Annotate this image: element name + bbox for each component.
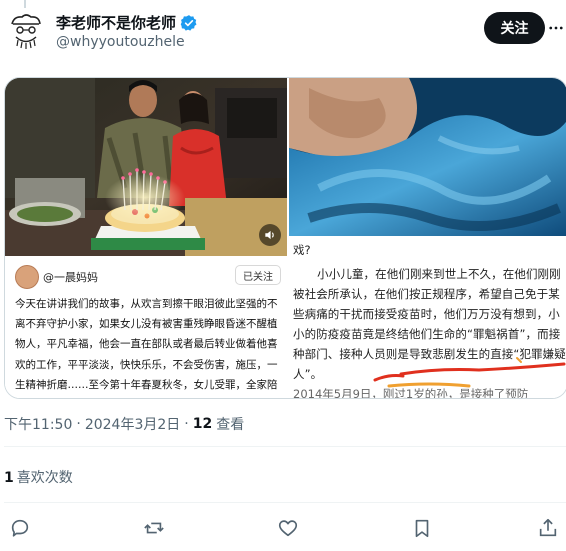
- share-icon[interactable]: [536, 516, 560, 540]
- divider: [4, 446, 566, 447]
- likes-label: 喜欢次数: [16, 470, 73, 486]
- tweet-time[interactable]: 下午11:50: [4, 414, 72, 434]
- followed-tag: 已关注: [235, 265, 281, 285]
- document-excerpt: 戏? 小小儿童，在他们刚来到世上不久，在他们刚刚被社会所承认，在他们按正规程序，…: [289, 236, 566, 399]
- tweet-media-grid: @一晨妈妈 已关注 今天在讲讲我们的故事，从欢言到擦干眼泪彼此坚强的不离不弃守护…: [4, 77, 566, 399]
- views-count: 12: [192, 416, 213, 432]
- speaker-icon[interactable]: [259, 224, 281, 246]
- verified-badge-icon[interactable]: [180, 14, 198, 32]
- retweet-icon[interactable]: [142, 516, 166, 540]
- highlight-underlines: [373, 357, 566, 388]
- bookmark-icon[interactable]: [410, 516, 434, 540]
- heart-icon[interactable]: [276, 516, 300, 540]
- blanket-photo: [289, 78, 566, 236]
- author-display-name[interactable]: 李老师不是你老师: [56, 12, 176, 33]
- media-image-left[interactable]: @一晨妈妈 已关注 今天在讲讲我们的故事，从欢言到擦干眼泪彼此坚强的不离不弃守护…: [5, 78, 287, 398]
- tweet-timestamp: 下午11:50 · 2024年3月2日 · 12 查看: [4, 414, 244, 434]
- divider: [4, 502, 566, 503]
- article-preview: @一晨妈妈 已关注 今天在讲讲我们的故事，从欢言到擦干眼泪彼此坚强的不离不弃守护…: [5, 256, 287, 398]
- follow-button[interactable]: 关注: [484, 12, 545, 44]
- likes-summary[interactable]: 1 喜欢次数: [4, 467, 73, 487]
- reply-icon[interactable]: [8, 516, 32, 540]
- article-author-name: @一晨妈妈: [43, 271, 98, 284]
- thread-connector-line: [24, 0, 26, 8]
- article-author-row: @一晨妈妈: [15, 265, 98, 289]
- media-image-right[interactable]: 戏? 小小儿童，在他们刚来到世上不久，在他们刚刚被社会所承认，在他们按正规程序，…: [289, 78, 566, 399]
- tweet-header: 李老师不是你老师 @whyyoutouzhele 关注: [0, 8, 566, 56]
- birthday-photo: [5, 78, 287, 256]
- like-count: 1: [4, 470, 14, 486]
- document-tail-line: 2014年5月9日，刚过1岁的孙，是接种了预防: [293, 387, 529, 399]
- author-avatar[interactable]: [4, 10, 48, 54]
- views-label: 查看: [216, 417, 245, 433]
- author-name-row: 李老师不是你老师: [56, 12, 198, 33]
- article-author-avatar: [15, 265, 39, 289]
- more-icon[interactable]: [546, 18, 566, 38]
- article-body-text: 今天在讲讲我们的故事，从欢言到擦干眼泪彼此坚强的不离不弃守护小家，如果女儿没有被…: [15, 298, 278, 391]
- separator-dot: ·: [76, 416, 81, 432]
- author-handle[interactable]: @whyyoutouzhele: [56, 34, 185, 50]
- tweet-date[interactable]: 2024年3月2日: [85, 414, 180, 434]
- tweet-actions-bar: [0, 508, 566, 548]
- separator-dot: ·: [184, 416, 189, 432]
